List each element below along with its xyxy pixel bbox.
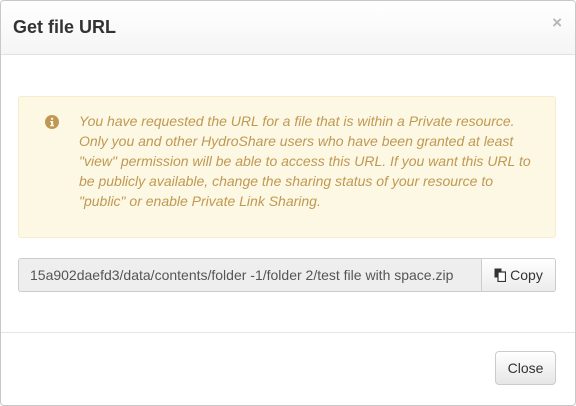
info-circle-icon bbox=[45, 115, 59, 129]
dialog-header: Get file URL × bbox=[1, 1, 575, 55]
copy-icon bbox=[494, 268, 507, 282]
alert-message: You have requested the URL for a file th… bbox=[79, 113, 531, 209]
close-button[interactable]: Close bbox=[495, 351, 556, 385]
copy-button-label: Copy bbox=[510, 267, 543, 283]
get-file-url-dialog: Get file URL × You have requested the UR… bbox=[0, 0, 576, 406]
file-url-group: 15a902daefd3/data/contents/folder -1/fol… bbox=[18, 258, 556, 292]
footer-divider bbox=[1, 332, 575, 333]
dialog-title: Get file URL bbox=[13, 17, 117, 37]
copy-button[interactable]: Copy bbox=[481, 258, 556, 292]
private-resource-warning-alert: You have requested the URL for a file th… bbox=[18, 96, 556, 238]
close-icon[interactable]: × bbox=[552, 14, 562, 31]
file-url-field[interactable]: 15a902daefd3/data/contents/folder -1/fol… bbox=[18, 258, 482, 292]
